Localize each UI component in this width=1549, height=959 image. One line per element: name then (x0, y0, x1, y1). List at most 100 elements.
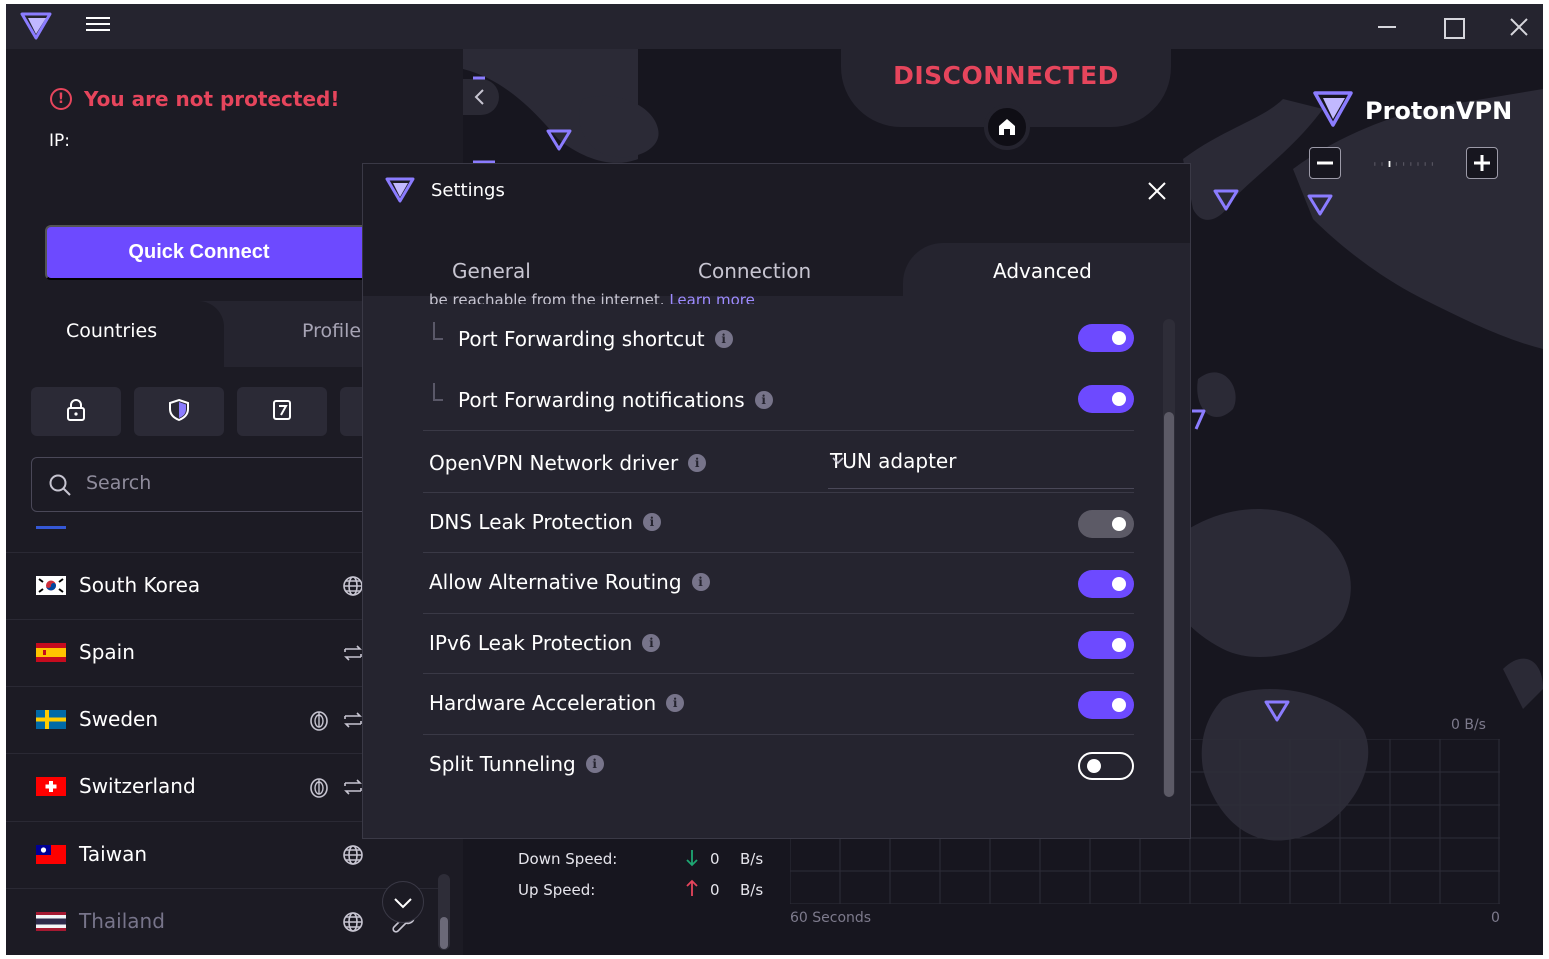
media-icon (271, 398, 293, 426)
globe-icon (342, 911, 364, 937)
setting-label: OpenVPN Network driver i (429, 451, 707, 475)
server-pin-icon[interactable] (1307, 194, 1333, 220)
hamburger-menu-icon[interactable] (86, 13, 110, 37)
chart-time-label: 60 Seconds (790, 910, 872, 926)
expand-country-button[interactable] (382, 881, 424, 923)
settings-scroll-thumb[interactable] (1164, 412, 1174, 797)
ipv6-leak-protection-toggle[interactable] (1078, 631, 1134, 659)
country-row-thailand[interactable]: Thailand (6, 888, 446, 955)
search-icon (48, 473, 72, 501)
tab-countries[interactable]: Countries (6, 301, 224, 367)
server-pin-icon[interactable] (1213, 189, 1239, 215)
proton-logo-icon (1313, 91, 1353, 131)
setting-label-text: Split Tunneling (429, 752, 576, 776)
hardware-acceleration-toggle[interactable] (1078, 691, 1134, 719)
info-icon[interactable]: i (714, 330, 733, 348)
warning-text: You are not protected! (84, 87, 340, 111)
country-name: Spain (79, 640, 135, 664)
setting-port-forwarding-shortcut: Port Forwarding shortcut i (423, 310, 1134, 370)
setting-label-text: OpenVPN Network driver (429, 451, 679, 475)
dns-leak-protection-toggle[interactable] (1078, 510, 1134, 538)
setting-label-text: Allow Alternative Routing (429, 570, 682, 594)
port-forwarding-shortcut-toggle[interactable] (1078, 324, 1134, 352)
country-list-scroll-thumb[interactable] (440, 917, 448, 949)
sweden-flag-icon (36, 710, 66, 729)
home-button[interactable] (984, 104, 1030, 150)
setting-label: Hardware Acceleration i (429, 691, 685, 715)
switzerland-flag-icon (36, 777, 66, 796)
zoom-out-button[interactable] (1309, 147, 1341, 179)
p2p-arrows-icon (342, 709, 364, 735)
lock-icon (65, 398, 87, 426)
south-korea-flag-icon (36, 576, 66, 595)
tab-general[interactable]: General (452, 259, 531, 283)
chevron-down-icon (830, 449, 1126, 473)
setting-label-text: Hardware Acceleration (429, 691, 657, 715)
setting-label: Allow Alternative Routing i (429, 570, 710, 594)
info-icon[interactable]: i (666, 694, 685, 712)
country-name: South Korea (79, 573, 201, 597)
setting-label: Port Forwarding notifications i (458, 388, 773, 412)
settings-tabs: General Connection Advanced (363, 218, 1190, 296)
close-settings-icon[interactable] (1145, 179, 1169, 203)
tab-countries-label: Countries (66, 320, 158, 342)
setting-dns-leak-protection: DNS Leak Protection i (423, 492, 1134, 552)
globe-icon (342, 575, 364, 601)
tor-icon (308, 776, 330, 802)
brand-name: ProtonVPN (1365, 97, 1513, 125)
filter-secure-core-button[interactable] (31, 387, 121, 436)
setting-label-text: Port Forwarding shortcut (458, 327, 705, 351)
tab-advanced[interactable]: Advanced (993, 259, 1092, 283)
up-speed-value: 0 (710, 881, 720, 899)
globe-icon (342, 844, 364, 870)
sub-setting-indent (433, 383, 443, 401)
setting-openvpn-driver: OpenVPN Network driver i TUN adapter (423, 430, 1134, 490)
info-icon[interactable]: i (754, 391, 773, 409)
info-icon[interactable]: i (585, 755, 604, 773)
server-pin-icon[interactable] (1190, 409, 1208, 435)
filter-netshield-button[interactable] (134, 387, 224, 436)
port-forwarding-notifications-toggle[interactable] (1078, 385, 1134, 413)
split-tunneling-toggle[interactable] (1078, 752, 1134, 780)
server-pin-icon[interactable] (471, 73, 491, 92)
learn-more-link[interactable]: Learn more (669, 291, 755, 304)
server-pin-icon[interactable] (1264, 700, 1290, 726)
partial-flag (36, 526, 66, 529)
openvpn-driver-select[interactable]: TUN adapter (828, 441, 1134, 489)
maximize-button[interactable] (1438, 12, 1468, 42)
p2p-arrows-icon (342, 642, 364, 668)
description-text: be reachable from the internet. (429, 291, 665, 304)
info-icon[interactable]: i (642, 513, 661, 531)
settings-header: Settings (363, 164, 1190, 218)
alert-icon: ! (50, 88, 72, 110)
connection-status: DISCONNECTED (893, 61, 1119, 90)
setting-label: Split Tunneling i (429, 752, 604, 776)
setting-label-text: Port Forwarding notifications (458, 388, 745, 412)
setting-split-tunneling: Split Tunneling i (423, 734, 1134, 794)
country-name: Switzerland (79, 774, 196, 798)
setting-hardware-acceleration: Hardware Acceleration i (423, 673, 1134, 733)
close-window-button[interactable] (1504, 12, 1534, 42)
filter-streaming-button[interactable] (237, 387, 327, 436)
down-speed-value: 0 (710, 850, 720, 868)
shield-icon (168, 398, 190, 426)
zoom-in-button[interactable] (1466, 147, 1498, 179)
alternative-routing-toggle[interactable] (1078, 570, 1134, 598)
info-icon[interactable]: i (688, 454, 707, 472)
setting-ipv6-leak-protection: IPv6 Leak Protection i (423, 613, 1134, 673)
info-icon[interactable]: i (691, 573, 710, 591)
tab-connection[interactable]: Connection (698, 259, 811, 283)
chart-zero-label: 0 (1491, 910, 1500, 926)
down-speed-unit: B/s (740, 850, 764, 868)
setting-label: Port Forwarding shortcut i (458, 327, 733, 351)
setting-label: IPv6 Leak Protection i (429, 631, 661, 655)
sub-setting-indent (433, 322, 443, 340)
info-icon[interactable]: i (642, 634, 661, 652)
minimize-button[interactable] (1372, 12, 1402, 42)
zoom-slider[interactable] (1353, 161, 1453, 167)
tab-profiles[interactable]: Profile (302, 320, 361, 342)
chart-max-label: 0 B/s (1451, 717, 1486, 733)
quick-connect-button[interactable]: Quick Connect (45, 225, 375, 280)
server-pin-icon[interactable] (546, 129, 572, 155)
search-input[interactable] (86, 472, 346, 494)
